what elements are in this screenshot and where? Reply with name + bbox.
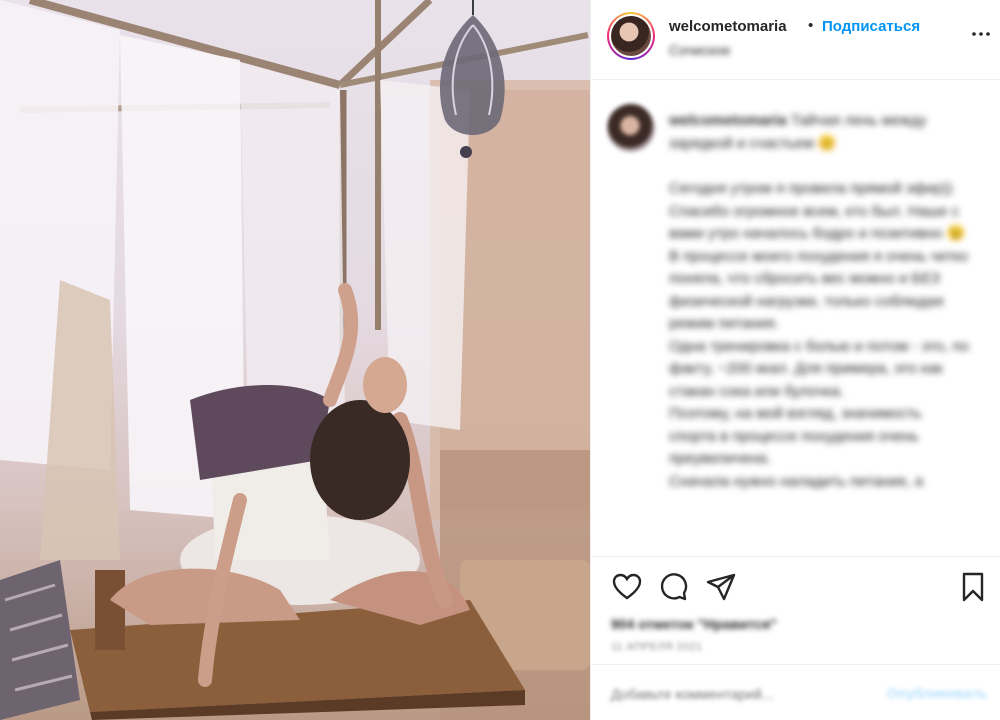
post-photo[interactable]: [0, 0, 590, 720]
comment-input[interactable]: [611, 683, 871, 705]
separator-dot: •: [808, 17, 814, 34]
caption-paragraph: Одна тренировка с болью и потом - это, п…: [669, 337, 969, 400]
avatar-frame: [609, 14, 653, 58]
location-link[interactable]: Сочиское: [669, 42, 731, 58]
caption-paragraph: Сначала нужно наладить питание, а: [669, 472, 924, 490]
caption-paragraph: Поэтому, на мой взгляд, значимость спорт…: [669, 405, 922, 467]
caption-header: welcometomaria Тайчая лень между зарядко…: [669, 110, 969, 155]
caption-author-avatar[interactable]: [607, 104, 655, 152]
caption-paragraph: Сегодня утром я провела прямой эфир)) Сп…: [669, 180, 969, 332]
bookmark-icon[interactable]: [957, 571, 989, 603]
post-photo-illustration: [0, 0, 590, 720]
comment-icon[interactable]: [657, 571, 689, 603]
caption-author[interactable]: welcometomaria: [669, 112, 787, 129]
likes-count[interactable]: 904 отметок "Нравится": [611, 616, 777, 632]
comments-section[interactable]: welcometomaria Тайчая лень между зарядко…: [591, 80, 1000, 556]
post-details-panel: welcometomaria • Подписаться Сочиское we…: [590, 0, 1000, 720]
caption-body: Сегодня утром я провела прямой эфир)) Сп…: [669, 178, 969, 493]
avatar-image: [611, 16, 651, 56]
heart-icon[interactable]: [611, 571, 643, 603]
add-comment-bar: Опубликовать: [591, 664, 1000, 720]
share-icon[interactable]: [705, 571, 737, 603]
action-bar: [591, 556, 1000, 616]
post-header: welcometomaria • Подписаться Сочиское: [591, 0, 1000, 80]
username-link[interactable]: welcometomaria: [669, 18, 787, 35]
publish-button[interactable]: Опубликовать: [887, 685, 987, 701]
follow-button[interactable]: Подписаться: [822, 18, 920, 35]
post-date[interactable]: 11 АПРЕЛЯ 2021: [611, 641, 702, 653]
more-options-icon[interactable]: [969, 22, 993, 46]
avatar[interactable]: [607, 12, 655, 60]
